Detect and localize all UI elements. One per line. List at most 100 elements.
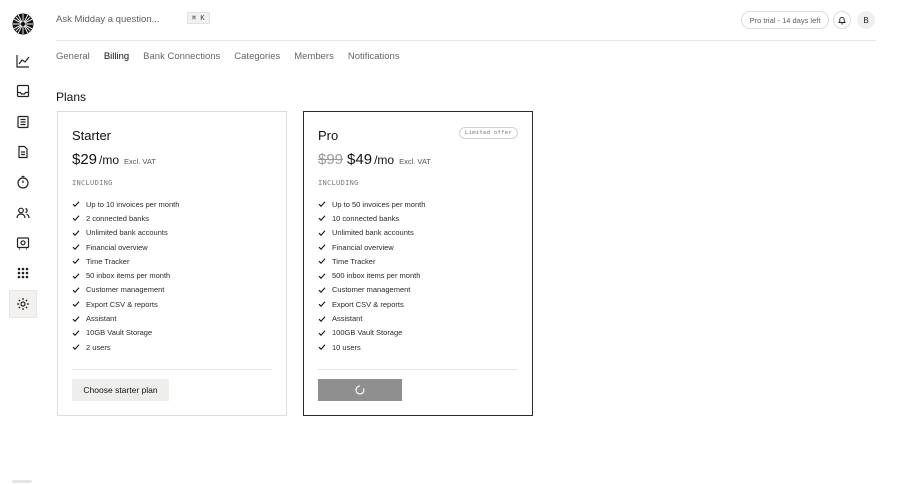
feature-label: Customer management [332,285,411,295]
feature-item: Export CSV & reports [318,297,425,311]
plan-price: $29 [72,151,98,168]
feature-item: 10 users [318,340,425,354]
feature-item: 10GB Vault Storage [72,326,179,340]
choose-pro-plan-button[interactable] [318,379,402,401]
trial-badge[interactable]: Pro trial - 14 days left [741,11,829,29]
sidebar-item-invoices[interactable] [9,138,37,166]
check-icon [318,258,326,265]
price-row: $29 /mo Excl. VAT [72,151,156,168]
check-icon [318,315,326,322]
sidebar-item-tracker[interactable] [9,168,37,196]
feature-label: Up to 50 invoices per month [332,199,426,209]
notifications-button[interactable] [833,11,851,29]
feature-label: 50 inbox items per month [86,271,171,281]
check-icon [72,315,80,322]
feature-item: Financial overview [318,240,425,254]
feature-item: Unlimited bank accounts [318,226,425,240]
check-icon [318,215,326,222]
sidebar-item-settings[interactable] [9,290,37,318]
feature-item: Time Tracker [72,254,179,268]
receipt-icon [17,115,29,129]
sidebar-item-overview[interactable] [9,47,37,75]
sidebar-item-apps[interactable] [9,259,37,287]
feature-label: Time Tracker [332,256,376,266]
header-divider [56,40,876,41]
feature-label: Up to 10 invoices per month [86,199,180,209]
choose-starter-plan-button[interactable]: Choose starter plan [72,379,169,401]
feature-item: Time Tracker [318,254,425,268]
bell-icon [838,16,846,25]
plan-card-starter: Starter $29 /mo Excl. VAT INCLUDING Up t… [57,111,287,416]
feature-label: Financial overview [332,242,394,252]
sidebar-item-vault[interactable] [9,229,37,257]
feature-item: Assistant [72,311,179,325]
feature-item: 50 inbox items per month [72,268,179,282]
tab-general[interactable]: General [56,51,90,65]
check-icon [318,287,326,293]
feature-item: Customer management [72,283,179,297]
feature-list: Up to 10 invoices per month 2 connected b… [72,197,179,354]
including-label: INCLUDING [318,179,359,187]
price-row: $99 $49 /mo Excl. VAT [318,151,431,168]
plan-card-pro: Pro Limited offer $99 $49 /mo Excl. VAT … [303,111,533,416]
feature-label: Unlimited bank accounts [332,228,414,238]
check-icon [318,330,326,336]
sidebar-scroll-indicator [12,480,32,483]
feature-label: Export CSV & reports [86,299,158,309]
spinner-icon [355,385,365,395]
feature-item: 10 connected banks [318,211,425,225]
sidebar-item-transactions[interactable] [9,108,37,136]
avatar[interactable]: B [857,11,875,29]
feature-label: 100GB Vault Storage [332,328,403,338]
card-divider [72,369,272,370]
check-icon [72,330,80,336]
gear-icon [17,298,29,310]
old-price: $99 [318,151,344,168]
tab-categories[interactable]: Categories [234,51,280,65]
vat-note: Excl. VAT [124,157,156,166]
inbox-icon [16,84,30,98]
check-icon [318,244,326,251]
tab-notifications[interactable]: Notifications [348,51,400,65]
feature-item: Up to 10 invoices per month [72,197,179,211]
feature-item: 2 users [72,340,179,354]
section-title: Plans [56,90,87,104]
check-icon [318,230,326,236]
check-icon [318,301,326,308]
including-label: INCLUDING [72,179,113,187]
feature-label: Unlimited bank accounts [86,228,168,238]
feature-label: Assistant [332,314,363,324]
card-divider [318,369,518,370]
feature-item: Assistant [318,311,425,325]
check-icon [72,201,80,208]
vat-note: Excl. VAT [399,157,431,166]
feature-item: 500 inbox items per month [318,268,425,282]
chart-line-icon [16,55,30,68]
feature-item: Up to 50 invoices per month [318,197,425,211]
grid-icon [17,267,29,279]
feature-label: Export CSV & reports [332,299,404,309]
tab-members[interactable]: Members [294,51,334,65]
feature-item: Export CSV & reports [72,297,179,311]
search-shortcut-badge: ⌘ K [187,12,210,24]
sidebar [0,0,46,484]
feature-item: Customer management [318,283,425,297]
feature-label: 10 connected banks [332,213,400,223]
feature-label: 2 users [86,342,111,352]
sidebar-item-inbox[interactable] [9,77,37,105]
sidebar-item-customers[interactable] [9,199,37,227]
feature-label: Time Tracker [86,256,130,266]
check-icon [72,230,80,236]
check-icon [72,258,80,265]
feature-item: 100GB Vault Storage [318,326,425,340]
feature-label: Financial overview [86,242,148,252]
feature-label: 10GB Vault Storage [86,328,153,338]
feature-item: 2 connected banks [72,211,179,225]
check-icon [72,301,80,308]
check-icon [72,344,80,351]
users-icon [16,207,30,219]
tab-bank-connections[interactable]: Bank Connections [143,51,220,65]
vault-icon [16,237,30,250]
tab-billing[interactable]: Billing [104,51,129,65]
logo-icon[interactable] [12,13,34,35]
